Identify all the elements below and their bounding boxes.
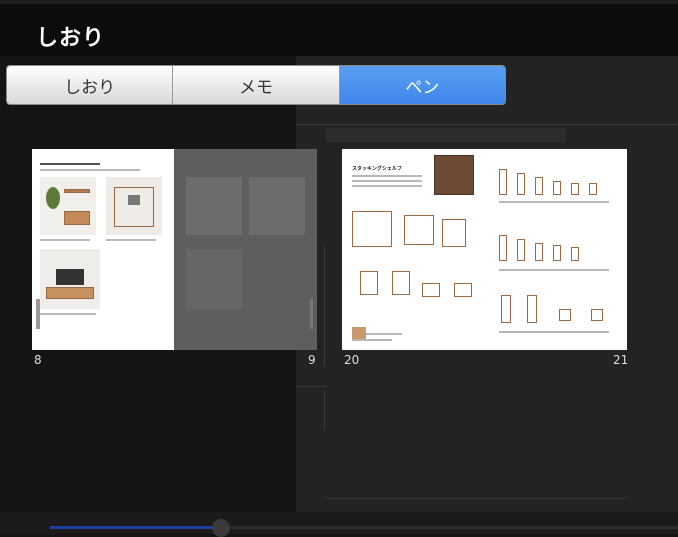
scroll-progress bbox=[50, 526, 220, 529]
page-number-8: 8 bbox=[34, 353, 42, 367]
tab-memo[interactable]: メモ bbox=[173, 66, 340, 104]
page-number-20: 20 bbox=[344, 353, 360, 367]
spread-heading: スタッキングシェルフ bbox=[352, 166, 402, 172]
header-bar: しおり bbox=[0, 0, 678, 56]
tab-bookmarks[interactable]: しおり bbox=[7, 66, 174, 104]
page-thumbnail-8[interactable] bbox=[32, 149, 174, 350]
page-title: しおり bbox=[36, 26, 106, 51]
thumbnail-spread-8-9[interactable] bbox=[32, 149, 317, 350]
thumbnail-spread-20-21[interactable]: スタッキングシェルフ bbox=[342, 149, 627, 350]
scroll-handle[interactable] bbox=[212, 519, 230, 537]
page-number-21: 21 bbox=[613, 353, 629, 367]
tab-pen[interactable]: ペン bbox=[339, 66, 505, 104]
page-thumbnail-21[interactable] bbox=[485, 149, 627, 350]
page-thumbnail-20[interactable]: スタッキングシェルフ bbox=[342, 149, 485, 350]
page-scrollbar[interactable] bbox=[0, 512, 678, 537]
page-thumbnail-9[interactable] bbox=[174, 149, 317, 350]
page-number-9: 9 bbox=[308, 353, 316, 367]
tab-bar: しおり メモ ペン bbox=[6, 65, 506, 105]
